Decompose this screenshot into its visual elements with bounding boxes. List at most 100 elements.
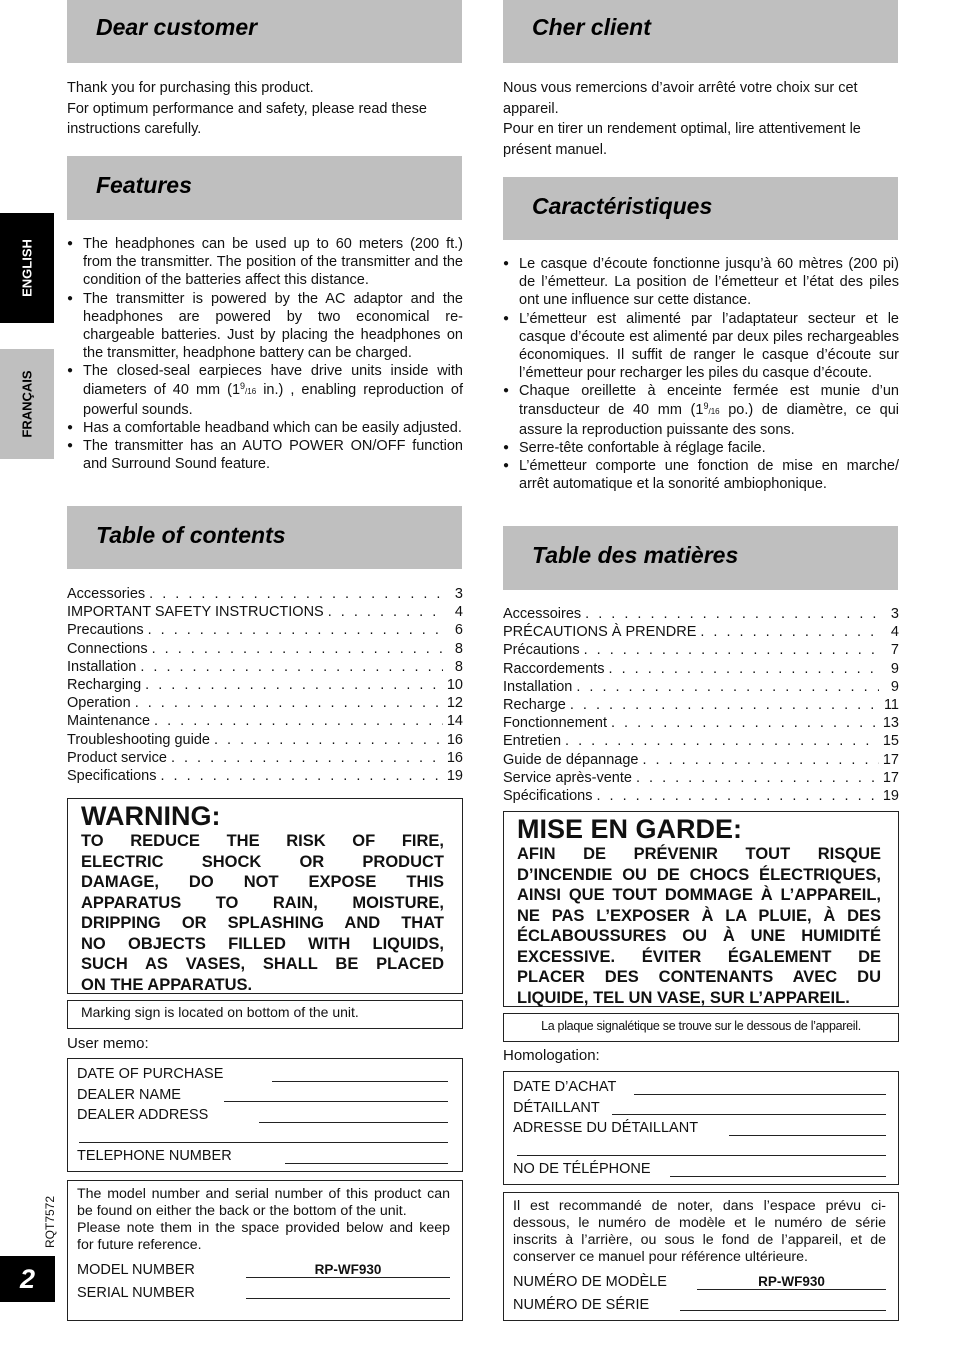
feature-item-fr: L’émetteur comporte une fonction de mise…: [503, 457, 899, 493]
toc-entry-page: 17: [882, 769, 899, 786]
toc-entry[interactable]: IMPORTANT SAFETY INSTRUCTIONS 4: [67, 603, 463, 621]
serial-number-row: SERIAL NUMBER: [77, 1279, 450, 1302]
toc-entry[interactable]: Raccordements 9: [503, 660, 899, 678]
toc-entry-page: 16: [446, 731, 463, 748]
dealer-address-field[interactable]: [259, 1121, 448, 1123]
toc-leader-dots: [632, 769, 879, 787]
toc-leader-dots: [561, 732, 879, 750]
toc-entry-label: Connections: [67, 640, 148, 657]
toc-entry[interactable]: Fonctionnement 13: [503, 714, 899, 732]
toc-leader-dots: [167, 749, 443, 767]
dealer-name-field[interactable]: [224, 1101, 448, 1102]
telephone-field-fr[interactable]: [670, 1175, 886, 1177]
section-header-features: Features: [67, 156, 462, 220]
warning-line: AFIN DE PRÉVENIR TOUT RISQUE: [517, 845, 881, 863]
memo-adresse: ADRESSE DU DÉTAILLANT: [513, 1118, 886, 1139]
toc-entry[interactable]: Operation 12: [67, 694, 463, 712]
tab-francais[interactable]: FRANÇAIS: [0, 349, 54, 459]
adresse-field-2[interactable]: [517, 1155, 886, 1156]
toc-entry-page: 13: [882, 715, 899, 732]
toc-entry-page: 17: [882, 751, 899, 768]
toc-entry-label: Specifications: [67, 768, 157, 785]
toc-leader-dots: [136, 658, 443, 676]
toc-entry[interactable]: PRÉCAUTIONS À PRENDRE 4: [503, 623, 899, 641]
toc-leader-dots: [150, 712, 443, 730]
cher-client-text: Nous vous remercions d’avoir arrêté votr…: [503, 78, 899, 160]
tab-english[interactable]: ENGLISH: [0, 213, 54, 323]
warning-body: TO REDUCE THE RISK OF FIRE, ELECTRIC SHOC…: [81, 831, 444, 995]
date-achat-field[interactable]: [634, 1093, 886, 1095]
memo-dealer-address: DEALER ADDRESS: [77, 1105, 448, 1126]
serial-note-2: Please note them in the space provided b…: [77, 1220, 450, 1253]
dear-line-fr: Pour en tirer un rendement optimal, lire…: [503, 121, 861, 158]
adresse-field[interactable]: [729, 1134, 886, 1136]
toc-entry[interactable]: Troubleshooting guide 16: [67, 731, 463, 749]
warning-line: NO OBJECTS FILLED WITH LIQUIDS,: [81, 934, 444, 953]
toc-entry[interactable]: Service après-vente 17: [503, 769, 899, 787]
toc-leader-dots: [131, 694, 443, 712]
serie-box: Il est recommandé de noter, dans l’espac…: [503, 1192, 899, 1321]
features-list: The headphones can be used up to 60 mete…: [67, 235, 463, 474]
feature-item: The transmitter has an AUTO POWER ON/OFF…: [67, 437, 463, 473]
toc-entry-label: Précautions: [503, 642, 580, 659]
serial-note: The model number and serial number of th…: [77, 1186, 450, 1219]
memo-adresse-line2: [513, 1139, 886, 1160]
serial-number-field[interactable]: [246, 1298, 450, 1299]
toc-leader-dots: [324, 603, 443, 621]
numero-modele-field[interactable]: RP-WF930: [697, 1275, 886, 1290]
toc-entry-label: Precautions: [67, 622, 144, 639]
numero-serie-field[interactable]: [680, 1310, 886, 1311]
marking-note: Marking sign is located on bottom of the…: [67, 1000, 463, 1029]
document-code: RQT7572: [43, 1195, 57, 1248]
toc-entry[interactable]: Guide de dépannage 17: [503, 751, 899, 769]
toc-entry-label: Installation: [67, 658, 137, 675]
toc-entry-page: 7: [890, 642, 899, 659]
date-of-purchase-field[interactable]: [272, 1080, 448, 1082]
toc-entry-label: Product service: [67, 749, 167, 766]
warning-line: DAMAGE, DO NOT EXPOSE THIS: [81, 873, 444, 891]
toc-entry-page: 10: [446, 677, 463, 694]
toc-entry[interactable]: Installation 9: [503, 678, 899, 696]
telephone-field[interactable]: [285, 1162, 448, 1164]
features-title: Features: [96, 172, 192, 198]
toc-leader-dots: [156, 767, 443, 785]
toc-entry-label: IMPORTANT SAFETY INSTRUCTIONS: [67, 604, 324, 621]
mise-en-garde-title: MISE EN GARDE:: [517, 814, 743, 844]
toc-entry[interactable]: Product service 16: [67, 749, 463, 767]
caracteristiques-title: Caractéristiques: [532, 193, 713, 219]
marking-note-text: Marking sign is located on bottom of the…: [81, 1004, 359, 1020]
toc-entry[interactable]: Spécifications 19: [503, 787, 899, 805]
detaillant-field[interactable]: [612, 1114, 886, 1115]
serial-box: The model number and serial number of th…: [67, 1180, 463, 1321]
toc-leader-dots: [141, 676, 443, 694]
serie-note: Il est recommandé de noter, dans l’espac…: [513, 1198, 886, 1265]
toc-list-en: Accessories3IMPORTANT SAFETY INSTRUCTION…: [67, 585, 463, 785]
toc-title: Table of contents: [96, 522, 286, 548]
memo-date-of-purchase: DATE OF PURCHASE: [77, 1064, 448, 1085]
toc-entry-page: 12: [446, 695, 463, 712]
toc-entry[interactable]: Precautions 6: [67, 621, 463, 639]
toc-leader-dots: [581, 605, 879, 623]
toc-entry[interactable]: Entretien 15: [503, 732, 899, 750]
dealer-address-field-2[interactable]: [79, 1142, 448, 1143]
memo-detaillant: DÉTAILLANT: [513, 1098, 886, 1119]
toc-entry[interactable]: Précautions 7: [503, 641, 899, 659]
toc-entry-label: Accessories: [67, 586, 146, 602]
feature-item-fr: Le casque d’écoute fonctionne jusqu’à 60…: [503, 255, 899, 310]
toc-entry-page: 4: [890, 624, 899, 641]
toc-entry[interactable]: Accessoires 3: [503, 605, 899, 623]
toc-leader-dots: [145, 585, 443, 603]
toc-entry[interactable]: Accessories 3: [67, 585, 463, 603]
toc-entry[interactable]: Recharging 10: [67, 676, 463, 694]
toc-entry[interactable]: Connections 8: [67, 640, 463, 658]
tab-francais-label: FRANÇAIS: [19, 370, 35, 438]
model-number-field[interactable]: RP-WF930: [246, 1263, 450, 1278]
toc-entry[interactable]: Recharge 11: [503, 696, 899, 714]
toc-entry[interactable]: Installation 8: [67, 658, 463, 676]
toc-entry-page: 6: [454, 622, 463, 639]
toc-leader-dots: [592, 787, 879, 805]
warning-line: DRIPPING OR SPLASHING AND THAT: [81, 914, 444, 932]
toc-entry[interactable]: Specifications 19: [67, 767, 463, 785]
toc-entry-page: 9: [890, 660, 899, 677]
toc-entry[interactable]: Maintenance 14: [67, 712, 463, 730]
